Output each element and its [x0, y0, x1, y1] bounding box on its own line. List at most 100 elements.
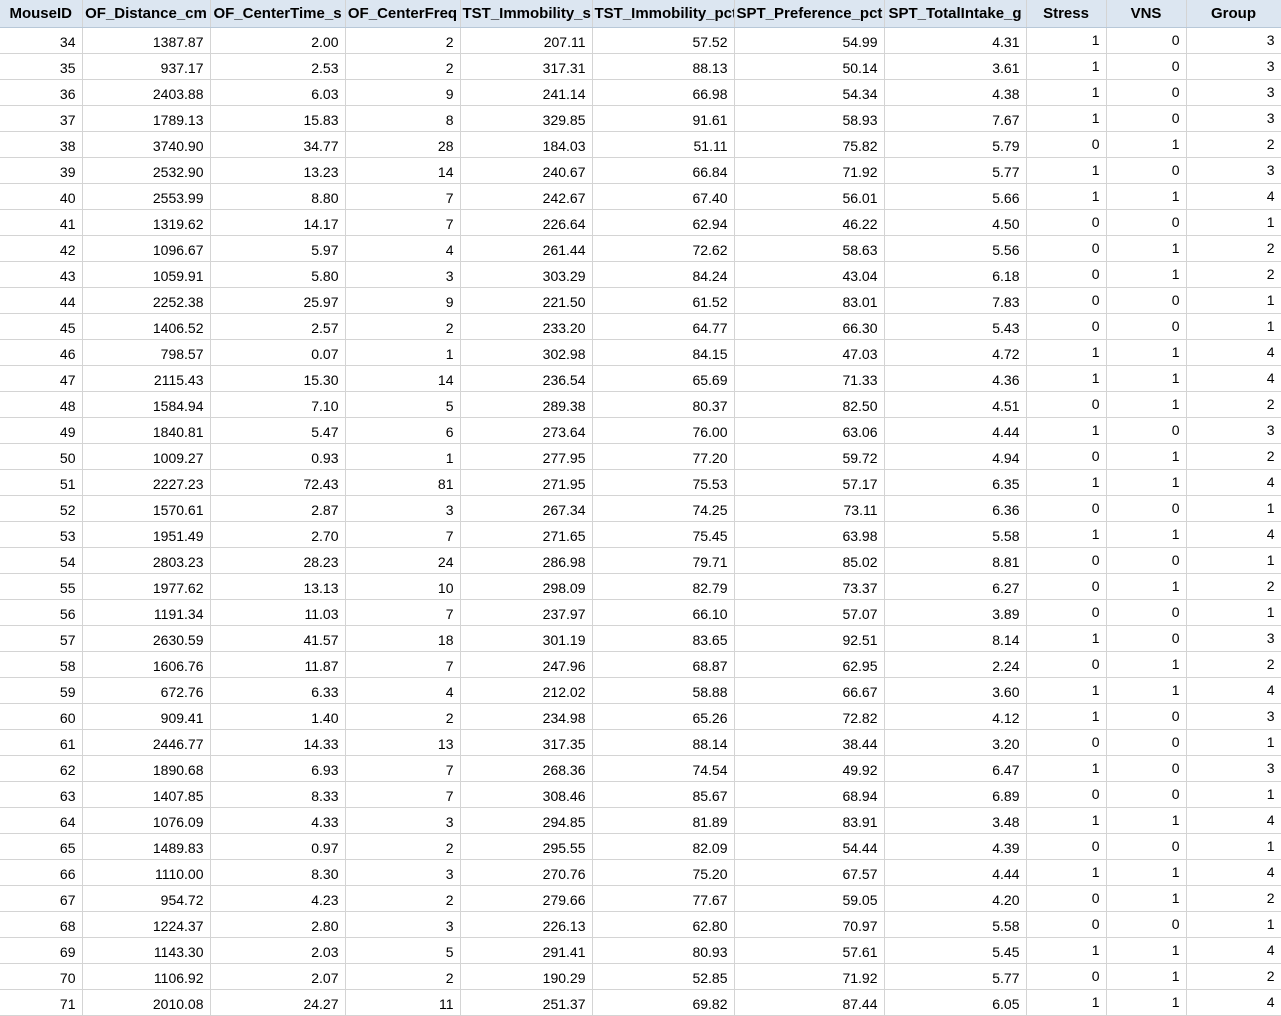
table-cell[interactable]: 71.92 [734, 157, 885, 184]
table-cell[interactable]: 2.07 [210, 963, 346, 990]
table-cell[interactable]: 46 [0, 339, 83, 366]
table-cell[interactable]: 2252.38 [82, 287, 211, 314]
table-cell[interactable]: 82.09 [592, 833, 735, 860]
table-cell[interactable]: 57.61 [734, 937, 885, 964]
table-cell[interactable]: 3 [1186, 79, 1281, 106]
table-cell[interactable]: 3.89 [884, 599, 1027, 626]
table-cell[interactable]: 5 [345, 391, 461, 418]
table-cell[interactable]: 0 [1106, 625, 1187, 652]
table-cell[interactable]: 241.14 [460, 79, 593, 106]
table-cell[interactable]: 4.38 [884, 79, 1027, 106]
table-cell[interactable]: 58.93 [734, 105, 885, 132]
table-cell[interactable]: 0 [1026, 833, 1107, 860]
table-cell[interactable]: 5.43 [884, 313, 1027, 340]
table-cell[interactable]: 3 [1186, 417, 1281, 444]
table-cell[interactable]: 76.00 [592, 417, 735, 444]
table-cell[interactable]: 6.03 [210, 79, 346, 106]
table-cell[interactable]: 1 [1186, 209, 1281, 236]
table-cell[interactable]: 242.67 [460, 183, 593, 210]
table-cell[interactable]: 77.67 [592, 885, 735, 912]
table-cell[interactable]: 303.29 [460, 261, 593, 288]
table-cell[interactable]: 1 [1186, 911, 1281, 938]
table-cell[interactable]: 49 [0, 417, 83, 444]
table-cell[interactable]: 1 [1106, 261, 1187, 288]
table-cell[interactable]: 67 [0, 885, 83, 912]
table-cell[interactable]: 4 [1186, 521, 1281, 548]
table-cell[interactable]: 7 [345, 209, 461, 236]
table-cell[interactable]: 38.44 [734, 729, 885, 756]
table-cell[interactable]: 0 [1106, 703, 1187, 730]
table-cell[interactable]: 0.07 [210, 339, 346, 366]
table-cell[interactable]: 15.30 [210, 365, 346, 392]
table-cell[interactable]: 1 [1026, 859, 1107, 886]
table-cell[interactable]: 46.22 [734, 209, 885, 236]
table-cell[interactable]: 2 [345, 313, 461, 340]
table-cell[interactable]: 0 [1106, 833, 1187, 860]
table-cell[interactable]: 71.92 [734, 963, 885, 990]
table-cell[interactable]: 2630.59 [82, 625, 211, 652]
table-cell[interactable]: 0.93 [210, 443, 346, 470]
table-cell[interactable]: 3 [1186, 625, 1281, 652]
table-cell[interactable]: 1319.62 [82, 209, 211, 236]
table-cell[interactable]: 73.37 [734, 573, 885, 600]
table-cell[interactable]: 2.80 [210, 911, 346, 938]
table-cell[interactable]: 47 [0, 365, 83, 392]
table-cell[interactable]: 58.88 [592, 677, 735, 704]
table-cell[interactable]: 11 [345, 989, 461, 1016]
column-header[interactable]: OF_CenterTime_s [210, 0, 346, 28]
table-cell[interactable]: 294.85 [460, 807, 593, 834]
column-header[interactable]: SPT_TotalIntake_g [884, 0, 1027, 28]
table-cell[interactable]: 5.45 [884, 937, 1027, 964]
table-cell[interactable]: 2446.77 [82, 729, 211, 756]
table-cell[interactable]: 2 [1186, 651, 1281, 678]
table-cell[interactable]: 62 [0, 755, 83, 782]
table-cell[interactable]: 1 [1106, 521, 1187, 548]
table-cell[interactable]: 1 [1106, 859, 1187, 886]
table-cell[interactable]: 63.06 [734, 417, 885, 444]
table-cell[interactable]: 41 [0, 209, 83, 236]
table-cell[interactable]: 85.02 [734, 547, 885, 574]
table-cell[interactable]: 57 [0, 625, 83, 652]
table-cell[interactable]: 8.30 [210, 859, 346, 886]
table-cell[interactable]: 277.95 [460, 443, 593, 470]
table-cell[interactable]: 42 [0, 235, 83, 262]
table-cell[interactable]: 1 [1106, 937, 1187, 964]
table-cell[interactable]: 5.97 [210, 235, 346, 262]
table-cell[interactable]: 6.18 [884, 261, 1027, 288]
table-cell[interactable]: 66 [0, 859, 83, 886]
table-cell[interactable]: 4 [1186, 365, 1281, 392]
table-cell[interactable]: 62.94 [592, 209, 735, 236]
table-cell[interactable]: 74.54 [592, 755, 735, 782]
table-cell[interactable]: 1 [1026, 521, 1107, 548]
table-cell[interactable]: 1 [1186, 599, 1281, 626]
table-cell[interactable]: 0 [1026, 235, 1107, 262]
table-cell[interactable]: 66.67 [734, 677, 885, 704]
table-cell[interactable]: 6.89 [884, 781, 1027, 808]
table-cell[interactable]: 6.93 [210, 755, 346, 782]
table-cell[interactable]: 11.87 [210, 651, 346, 678]
table-cell[interactable]: 6 [345, 417, 461, 444]
table-cell[interactable]: 58.63 [734, 235, 885, 262]
table-cell[interactable]: 4 [1186, 859, 1281, 886]
table-cell[interactable]: 289.38 [460, 391, 593, 418]
table-cell[interactable]: 57.52 [592, 27, 735, 54]
table-cell[interactable]: 295.55 [460, 833, 593, 860]
column-header[interactable]: Group [1186, 0, 1281, 28]
table-cell[interactable]: 82.79 [592, 573, 735, 600]
table-cell[interactable]: 1 [1106, 885, 1187, 912]
table-cell[interactable]: 6.05 [884, 989, 1027, 1016]
table-cell[interactable]: 1 [1026, 157, 1107, 184]
table-cell[interactable]: 273.64 [460, 417, 593, 444]
table-cell[interactable]: 2.53 [210, 53, 346, 80]
table-cell[interactable]: 236.54 [460, 365, 593, 392]
table-cell[interactable]: 73.11 [734, 495, 885, 522]
table-cell[interactable]: 75.53 [592, 469, 735, 496]
table-cell[interactable]: 1.40 [210, 703, 346, 730]
table-cell[interactable]: 66.10 [592, 599, 735, 626]
table-cell[interactable]: 4.44 [884, 859, 1027, 886]
table-cell[interactable]: 83.91 [734, 807, 885, 834]
table-cell[interactable]: 10 [345, 573, 461, 600]
table-cell[interactable]: 83.01 [734, 287, 885, 314]
table-cell[interactable]: 0 [1106, 313, 1187, 340]
table-cell[interactable]: 2227.23 [82, 469, 211, 496]
